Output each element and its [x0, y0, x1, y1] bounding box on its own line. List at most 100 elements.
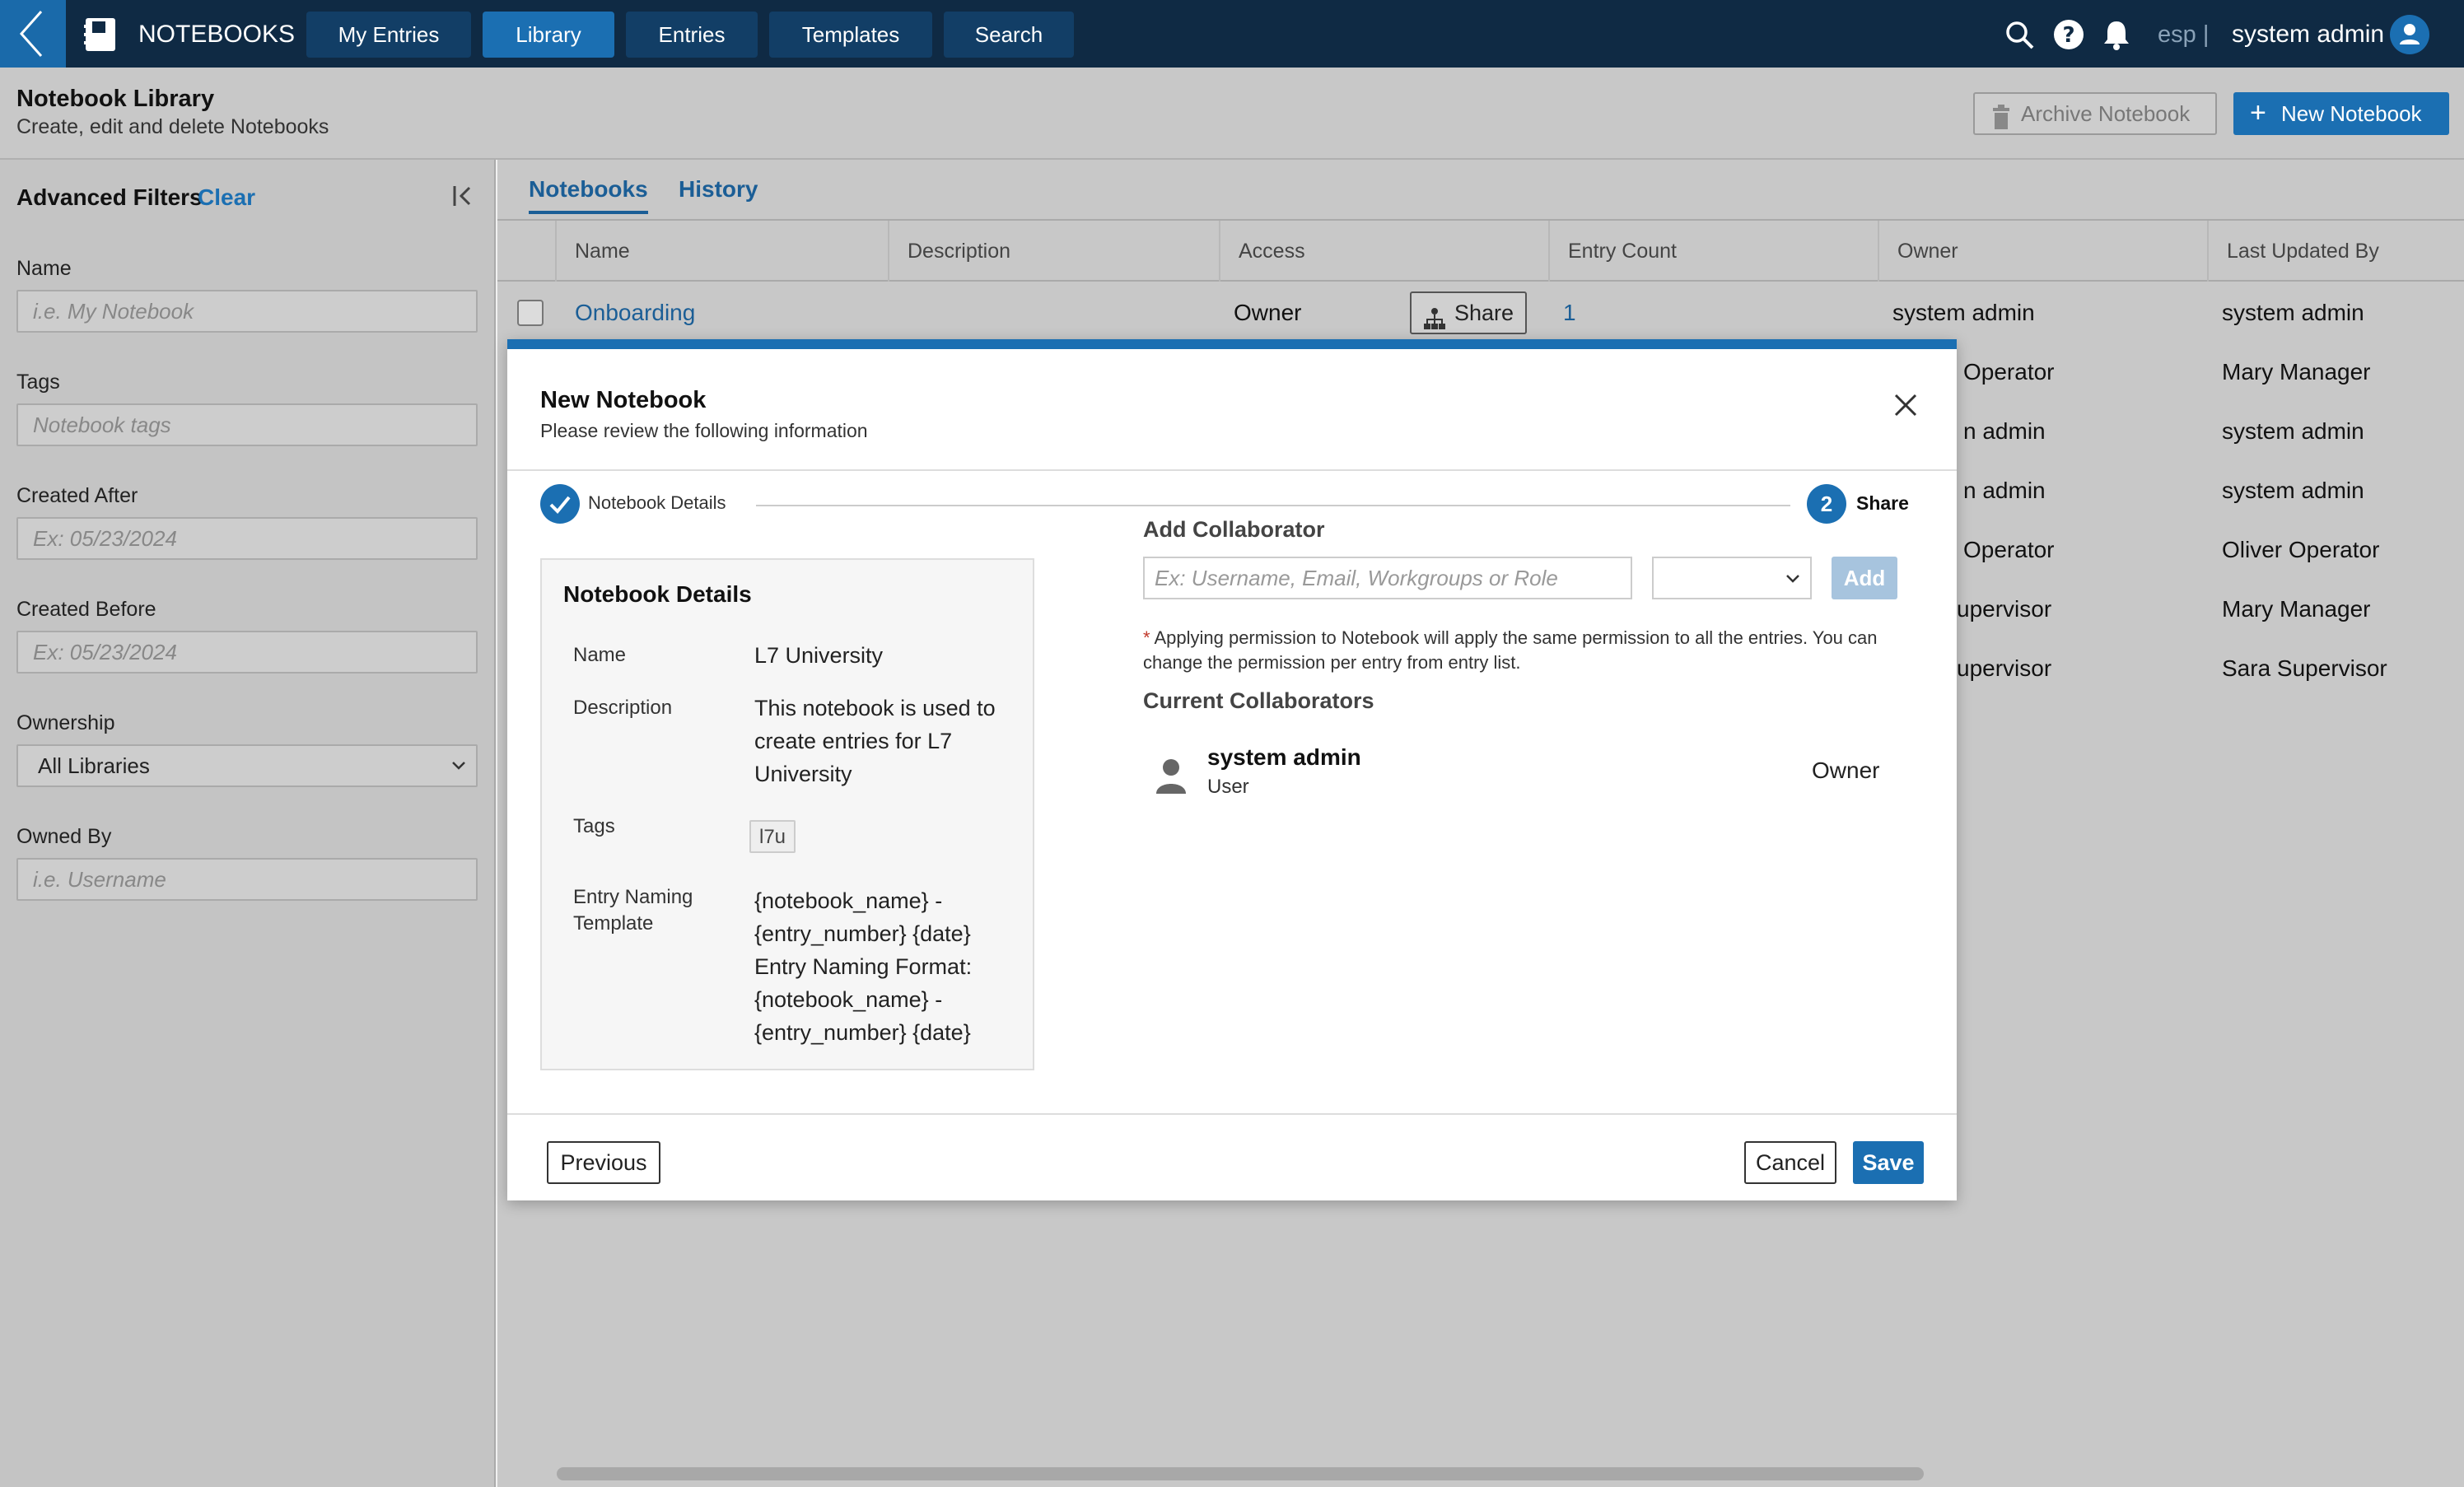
- column-header-description[interactable]: Description: [888, 221, 1219, 282]
- step-notebook-details-label: Notebook Details: [588, 492, 726, 513]
- details-template-label: Entry Naming Template: [573, 886, 693, 935]
- new-notebook-button[interactable]: + New Notebook: [2233, 92, 2449, 135]
- svg-text:?: ?: [2062, 23, 2074, 48]
- last-updated-by-value: Mary Manager: [2222, 596, 2371, 622]
- table-header: Name Description Access Entry Count Owne…: [497, 221, 2464, 282]
- tags-filter-input[interactable]: Notebook tags: [16, 403, 478, 446]
- modal-divider: [507, 469, 1957, 471]
- user-name[interactable]: system admin: [2232, 18, 2384, 51]
- owner-value: Operator: [1963, 359, 2055, 385]
- tab-notebooks[interactable]: Notebooks: [529, 176, 648, 214]
- back-button[interactable]: [0, 0, 66, 68]
- tab-history[interactable]: History: [679, 176, 758, 203]
- last-updated-by-value: Mary Manager: [2222, 359, 2371, 385]
- notebook-name-link[interactable]: Onboarding: [575, 283, 695, 343]
- owned-by-input[interactable]: i.e. Username: [16, 858, 478, 901]
- name-filter-label: Name: [16, 257, 72, 280]
- collapse-panel-icon[interactable]: [451, 179, 476, 212]
- user-avatar-icon[interactable]: [2390, 15, 2429, 54]
- modal-footer-divider: [507, 1113, 1957, 1115]
- collaborator-type: User: [1207, 776, 1249, 798]
- chevron-left-icon: [19, 11, 43, 57]
- language-switch[interactable]: esp |: [2158, 18, 2209, 51]
- last-updated-by-value: Sara Supervisor: [2222, 655, 2387, 681]
- help-icon[interactable]: ?: [2052, 18, 2085, 51]
- row-checkbox[interactable]: [517, 300, 544, 326]
- owner-value: n admin: [1963, 418, 2046, 444]
- created-after-input[interactable]: Ex: 05/23/2024: [16, 517, 478, 560]
- ownership-select[interactable]: All Libraries: [16, 744, 478, 787]
- column-header-name[interactable]: Name: [555, 221, 888, 282]
- details-template-value: {notebook_name} - {entry_number} {date} …: [754, 888, 973, 1045]
- step-complete-check-icon: [540, 484, 580, 524]
- owner-value: n admin: [1963, 478, 2046, 503]
- details-name-value: L7 University: [754, 643, 884, 668]
- nav-tab-templates[interactable]: Templates: [769, 12, 932, 58]
- details-description-value: This notebook is used to create entries …: [754, 696, 996, 786]
- bell-icon[interactable]: [2100, 18, 2133, 51]
- created-after-label: Created After: [16, 484, 138, 507]
- collaborator-search-input[interactable]: Ex: Username, Email, Workgroups or Role: [1143, 557, 1632, 599]
- collaborator-role: Owner: [1812, 757, 1880, 783]
- nav-tab-my-entries[interactable]: My Entries: [306, 12, 471, 58]
- archive-notebook-button[interactable]: Archive Notebook: [1973, 92, 2217, 135]
- access-value: Owner: [1234, 300, 1302, 325]
- cancel-button[interactable]: Cancel: [1744, 1141, 1836, 1184]
- archive-notebook-label: Archive Notebook: [2021, 101, 2191, 126]
- step-share-label: Share: [1856, 492, 1909, 514]
- search-icon[interactable]: [2003, 18, 2036, 51]
- ownership-label: Ownership: [16, 711, 115, 734]
- notebook-logo-icon: [82, 16, 119, 53]
- nav-tab-library[interactable]: Library: [483, 12, 614, 58]
- entry-count-link[interactable]: 1: [1563, 283, 1576, 343]
- name-filter-input[interactable]: i.e. My Notebook: [16, 290, 478, 333]
- close-icon[interactable]: [1891, 390, 1920, 420]
- last-updated-by-value: Oliver Operator: [2222, 537, 2380, 562]
- last-updated-by-value: system admin: [2222, 300, 2364, 325]
- table-row[interactable]: Onboarding Owner Share 1 system admin sy…: [497, 283, 2464, 343]
- owned-by-label: Owned By: [16, 825, 112, 848]
- details-tag-chip: l7u: [749, 820, 796, 853]
- stepper-line: [756, 505, 1790, 506]
- details-tags-label: Tags: [573, 815, 615, 837]
- page-header: Notebook Library Create, edit and delete…: [0, 68, 2464, 160]
- horizontal-scrollbar[interactable]: [557, 1467, 1924, 1480]
- column-header-access[interactable]: Access: [1219, 221, 1548, 282]
- owner-value: Operator: [1963, 537, 2055, 562]
- created-before-input[interactable]: Ex: 05/23/2024: [16, 631, 478, 674]
- share-button[interactable]: Share: [1410, 291, 1527, 334]
- column-header-entry-count[interactable]: Entry Count: [1548, 221, 1878, 282]
- new-notebook-modal: New Notebook Please review the following…: [507, 339, 1957, 1200]
- nav-tab-entries[interactable]: Entries: [626, 12, 758, 58]
- chevron-down-icon: [1784, 565, 1802, 598]
- last-updated-by-value: system admin: [2222, 418, 2364, 444]
- column-header-owner[interactable]: Owner: [1878, 221, 2207, 282]
- share-label: Share: [1454, 301, 1514, 325]
- step-share-number: 2: [1807, 484, 1846, 524]
- tags-filter-label: Tags: [16, 371, 60, 394]
- page-subtitle: Create, edit and delete Notebooks: [16, 115, 329, 138]
- column-header-last-updated-by[interactable]: Last Updated By: [2207, 221, 2464, 282]
- save-button[interactable]: Save: [1853, 1141, 1924, 1184]
- trash-icon: [1991, 102, 2011, 142]
- filters-title: Advanced Filters: [16, 184, 203, 210]
- permission-select[interactable]: [1652, 557, 1812, 599]
- add-collaborator-title: Add Collaborator: [1143, 517, 1325, 542]
- nav-tab-search[interactable]: Search: [944, 12, 1074, 58]
- chevron-down-icon: [450, 746, 468, 799]
- clear-filters-link[interactable]: Clear: [198, 184, 255, 211]
- owner-value: upervisor: [1957, 596, 2052, 622]
- details-card-title: Notebook Details: [563, 581, 752, 607]
- top-navbar: NOTEBOOKS My Entries Library Entries Tem…: [0, 0, 2464, 68]
- required-asterisk: *: [1143, 627, 1150, 648]
- previous-button[interactable]: Previous: [547, 1141, 660, 1184]
- modal-subtitle: Please review the following information: [540, 420, 868, 441]
- permission-note-text: Applying permission to Notebook will app…: [1143, 627, 1878, 673]
- advanced-filters-panel: Advanced Filters Clear Name i.e. My Note…: [0, 160, 496, 1487]
- app-title: NOTEBOOKS: [138, 21, 296, 48]
- owner-value: system admin: [1892, 300, 2035, 325]
- add-collaborator-button[interactable]: Add: [1832, 557, 1897, 599]
- details-name-label: Name: [573, 644, 627, 666]
- user-icon: [1155, 757, 1188, 794]
- details-description-label: Description: [573, 697, 673, 719]
